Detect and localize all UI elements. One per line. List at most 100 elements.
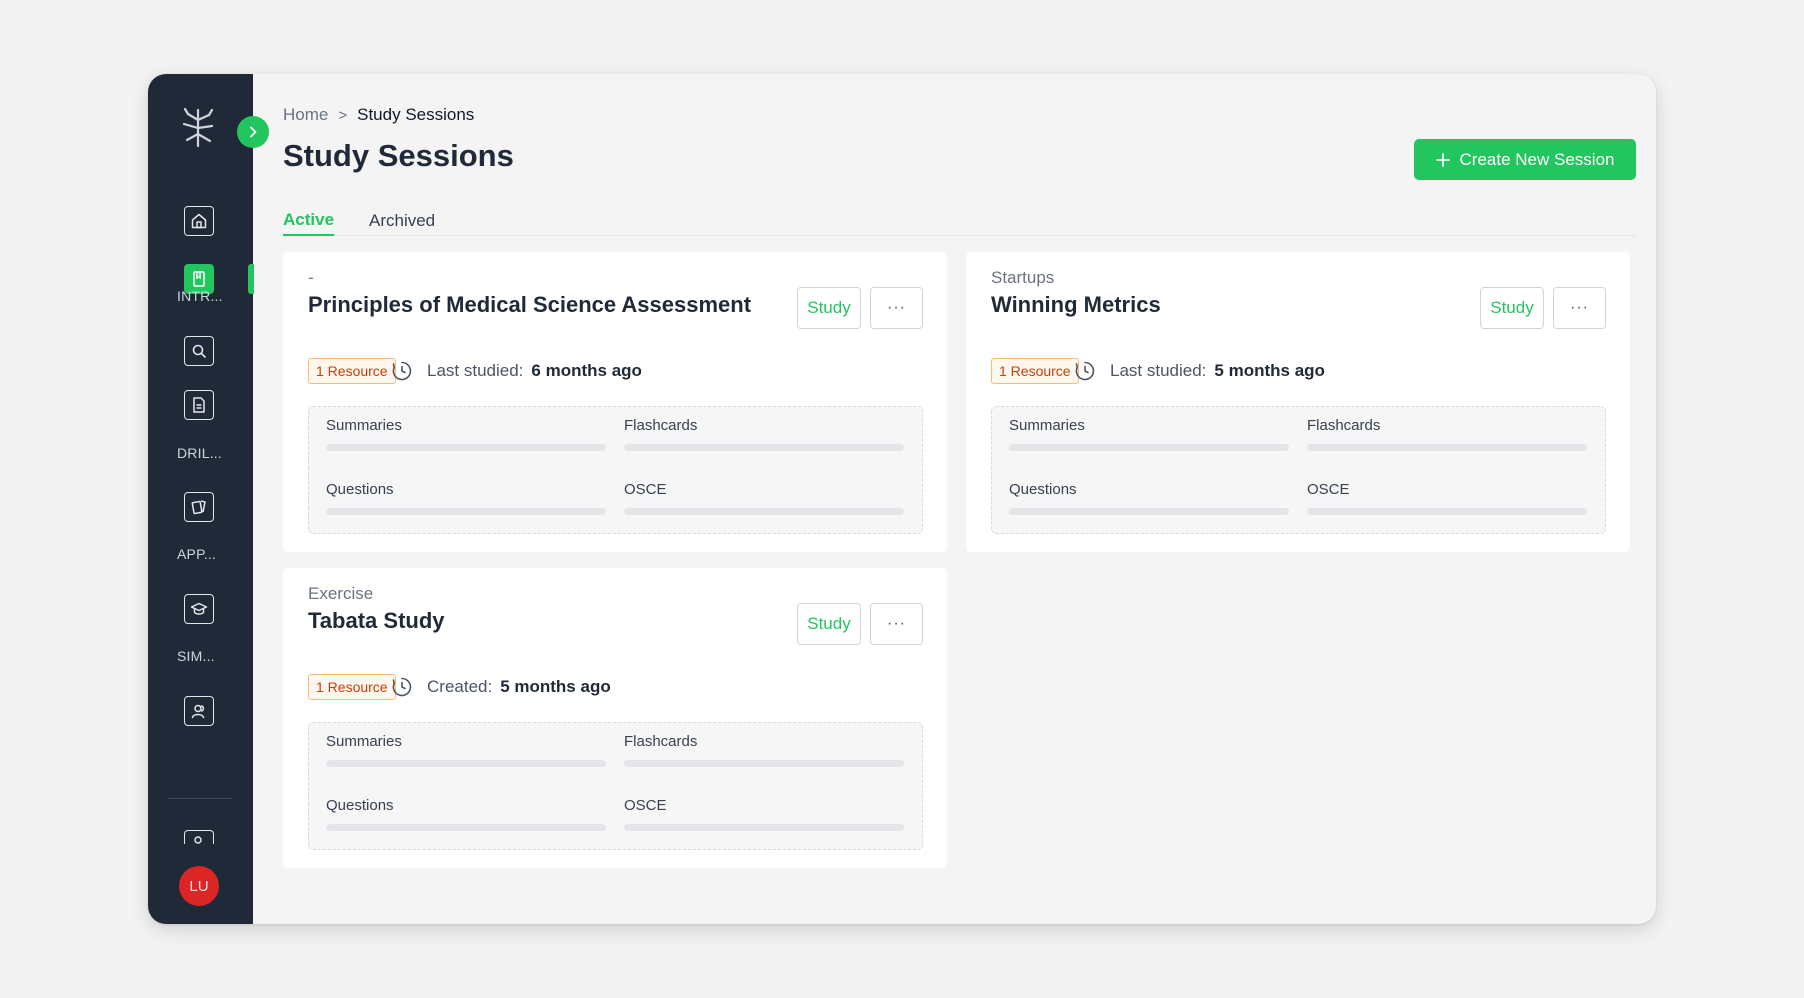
sidebar-item-documents[interactable] <box>184 390 214 420</box>
stat-osce: OSCE <box>1307 481 1587 515</box>
stat-summaries: Summaries <box>326 417 606 451</box>
card-meta: Last studied: 6 months ago <box>391 358 642 384</box>
main-content: Home > Study Sessions Study Sessions Cre… <box>253 74 1656 924</box>
breadcrumb-home-link[interactable]: Home <box>283 105 328 125</box>
stats-panel: Summaries Flashcards Questions OSCE <box>991 406 1606 534</box>
sidebar-item-learning[interactable] <box>184 594 214 624</box>
study-button[interactable]: Study <box>797 287 861 329</box>
stat-label: Flashcards <box>624 733 698 750</box>
session-card: - Principles of Medical Science Assessme… <box>283 252 947 552</box>
stat-label: OSCE <box>1307 481 1350 498</box>
graduation-cap-icon <box>190 602 208 615</box>
plus-icon <box>1435 152 1450 167</box>
progress-bar <box>624 444 904 451</box>
stat-label: Questions <box>326 481 394 498</box>
session-card: Exercise Tabata Study Study ··· 1 Resour… <box>283 568 947 868</box>
sidebar-item-home[interactable] <box>184 206 214 236</box>
stat-label: Summaries <box>326 417 402 434</box>
avatar[interactable]: LU <box>179 866 219 906</box>
stat-osce: OSCE <box>624 481 904 515</box>
sidebar-section-label: APP... <box>177 546 217 562</box>
card-category: Startups <box>991 268 1055 287</box>
stat-label: OSCE <box>624 797 667 814</box>
more-options-button[interactable]: ··· <box>1553 287 1606 329</box>
stat-label: Flashcards <box>1307 417 1381 434</box>
stat-label: Flashcards <box>624 417 698 434</box>
study-button[interactable]: Study <box>1480 287 1544 329</box>
progress-bar <box>326 760 606 767</box>
stat-label: Questions <box>1009 481 1077 498</box>
bookmark-icon <box>193 271 205 287</box>
stat-label: Questions <box>326 797 394 814</box>
app-window: INTR... DRIL... APP... SIM... LU Home > … <box>148 74 1656 924</box>
card-title: Principles of Medical Science Assessment <box>308 292 752 317</box>
study-button[interactable]: Study <box>797 603 861 645</box>
stat-flashcards: Flashcards <box>1307 417 1587 451</box>
stat-questions: Questions <box>1009 481 1289 515</box>
cards-icon <box>191 500 206 515</box>
more-options-button[interactable]: ··· <box>870 603 923 645</box>
progress-bar <box>1307 508 1587 515</box>
card-title: Winning Metrics <box>991 292 1161 317</box>
stat-summaries: Summaries <box>1009 417 1289 451</box>
users-icon <box>191 704 205 719</box>
resource-badge: 1 Resource <box>991 358 1079 384</box>
clock-icon <box>1075 361 1095 381</box>
more-options-button[interactable]: ··· <box>870 287 923 329</box>
stats-panel: Summaries Flashcards Questions OSCE <box>308 722 923 850</box>
sidebar: INTR... DRIL... APP... SIM... LU <box>148 74 254 924</box>
sidebar-item-simulation[interactable] <box>184 696 214 726</box>
sidebar-item-flashcards[interactable] <box>184 492 214 522</box>
progress-bar <box>326 508 606 515</box>
page-title: Study Sessions <box>283 138 514 173</box>
chevron-right-icon <box>250 126 257 138</box>
sidebar-section-label: DRIL... <box>177 445 222 461</box>
breadcrumb-separator: > <box>338 106 348 124</box>
stats-panel: Summaries Flashcards Questions OSCE <box>308 406 923 534</box>
progress-bar <box>624 760 904 767</box>
progress-bar <box>1009 444 1289 451</box>
user-search-icon <box>194 836 202 844</box>
tab-active[interactable]: Active <box>283 206 335 236</box>
stat-label: Summaries <box>326 733 402 750</box>
card-category: Exercise <box>308 584 374 603</box>
progress-bar <box>326 824 606 831</box>
stat-flashcards: Flashcards <box>624 417 904 451</box>
card-category: - <box>308 268 314 287</box>
search-icon <box>192 344 206 358</box>
stat-questions: Questions <box>326 797 606 831</box>
stat-summaries: Summaries <box>326 733 606 767</box>
sidebar-item-search[interactable] <box>184 336 214 366</box>
meta-value: 6 months ago <box>531 361 642 380</box>
stat-questions: Questions <box>326 481 606 515</box>
progress-bar <box>624 508 904 515</box>
home-icon <box>191 213 207 229</box>
sidebar-section-label: SIM... <box>177 648 215 664</box>
progress-bar <box>624 824 904 831</box>
progress-bar <box>1009 508 1289 515</box>
resource-badge: 1 Resource <box>308 674 396 700</box>
stat-label: OSCE <box>624 481 667 498</box>
card-title: Tabata Study <box>308 608 445 633</box>
meta-label: Created: <box>427 677 493 696</box>
meta-label: Last studied: <box>1110 361 1207 380</box>
resource-badge: 1 Resource <box>308 358 396 384</box>
clock-icon <box>392 677 412 697</box>
sidebar-expand-button[interactable] <box>237 116 269 148</box>
progress-bar <box>326 444 606 451</box>
meta-value: 5 months ago <box>500 677 611 696</box>
session-card: Startups Winning Metrics Study ··· 1 Res… <box>966 252 1630 552</box>
tabs: Active Archived <box>283 206 1636 236</box>
document-icon <box>193 397 205 413</box>
meta-value: 5 months ago <box>1214 361 1325 380</box>
sidebar-item-profile[interactable] <box>184 830 214 844</box>
card-meta: Created: 5 months ago <box>391 674 611 700</box>
tab-archived[interactable]: Archived <box>369 206 435 236</box>
sidebar-divider <box>168 798 232 799</box>
meta-label: Last studied: <box>427 361 524 380</box>
card-meta: Last studied: 5 months ago <box>1074 358 1325 384</box>
breadcrumb: Home > Study Sessions <box>283 105 474 125</box>
create-new-session-button[interactable]: Create New Session <box>1414 139 1636 180</box>
sidebar-section-label: INTR... <box>177 288 223 304</box>
logo-icon <box>182 107 214 148</box>
